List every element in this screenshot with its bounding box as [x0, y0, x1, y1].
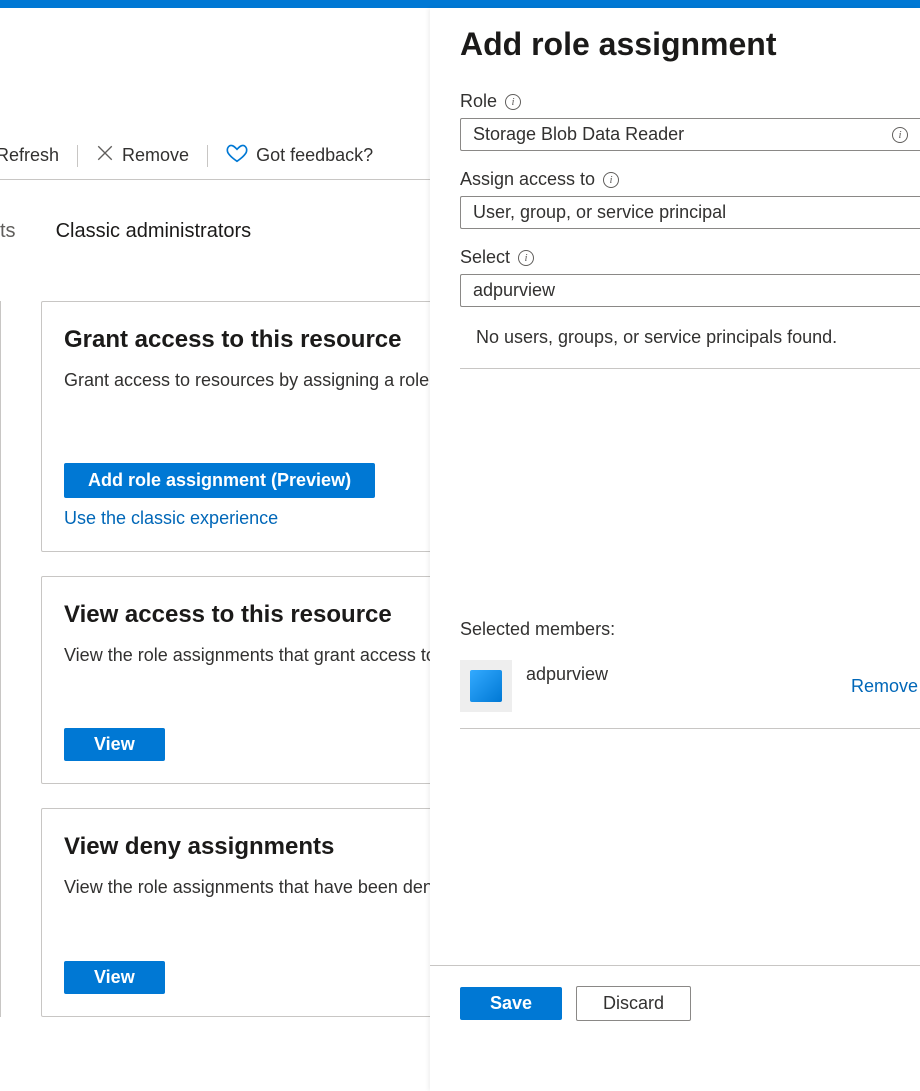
no-results-message: No users, groups, or service principals …	[476, 327, 920, 348]
assign-field-block: Assign access to i User, group, or servi…	[460, 169, 920, 229]
info-icon[interactable]: i	[892, 127, 908, 143]
assign-dropdown[interactable]: User, group, or service principal	[460, 196, 920, 229]
view-deny-button[interactable]: View	[64, 961, 165, 994]
view-access-button[interactable]: View	[64, 728, 165, 761]
refresh-label: Refresh	[0, 145, 59, 166]
selected-members-heading: Selected members:	[460, 619, 920, 640]
role-label-text: Role	[460, 91, 497, 112]
tab-classic-administrators[interactable]: Classic administrators	[56, 214, 252, 249]
panel-title: Add role assignment	[460, 26, 920, 63]
feedback-label: Got feedback?	[256, 145, 373, 166]
role-label: Role i	[460, 91, 920, 112]
remove-member-link[interactable]: Remove	[851, 676, 918, 697]
add-role-assignment-panel: Add role assignment Role i Storage Blob …	[430, 8, 920, 1091]
assign-value: User, group, or service principal	[473, 202, 726, 223]
role-dropdown[interactable]: Storage Blob Data Reader i	[460, 118, 920, 151]
select-input[interactable]	[473, 280, 908, 301]
feedback-button[interactable]: Got feedback?	[226, 142, 373, 169]
info-icon[interactable]: i	[518, 250, 534, 266]
panel-footer: Save Discard	[430, 965, 920, 1091]
role-value: Storage Blob Data Reader	[473, 124, 684, 145]
select-label-text: Select	[460, 247, 510, 268]
assign-label-text: Assign access to	[460, 169, 595, 190]
role-field-block: Role i Storage Blob Data Reader i	[460, 91, 920, 151]
divider	[460, 728, 920, 729]
select-input-wrapper	[460, 274, 920, 307]
refresh-button[interactable]: Refresh	[0, 145, 59, 166]
select-label: Select i	[460, 247, 920, 268]
select-field-block: Select i	[460, 247, 920, 307]
tab-truncated[interactable]: ts	[0, 220, 16, 243]
app-icon	[470, 670, 502, 702]
remove-label: Remove	[122, 145, 189, 166]
heart-icon	[226, 142, 248, 169]
save-button[interactable]: Save	[460, 987, 562, 1020]
toolbar-separator	[77, 145, 78, 167]
selected-member-row: adpurview Remove	[460, 660, 920, 712]
discard-button[interactable]: Discard	[576, 986, 691, 1021]
info-icon[interactable]: i	[505, 94, 521, 110]
info-icon[interactable]: i	[603, 172, 619, 188]
assign-label: Assign access to i	[460, 169, 920, 190]
avatar	[460, 660, 512, 712]
remove-button[interactable]: Remove	[96, 144, 189, 167]
divider	[460, 368, 920, 369]
toolbar-separator	[207, 145, 208, 167]
panel-content: Role i Storage Blob Data Reader i Assign…	[430, 63, 920, 965]
member-info: adpurview	[460, 660, 608, 712]
top-bar	[0, 0, 920, 8]
member-name: adpurview	[526, 664, 608, 685]
close-icon	[96, 144, 114, 167]
add-role-assignment-button[interactable]: Add role assignment (Preview)	[64, 463, 375, 498]
classic-experience-link[interactable]: Use the classic experience	[64, 508, 278, 529]
